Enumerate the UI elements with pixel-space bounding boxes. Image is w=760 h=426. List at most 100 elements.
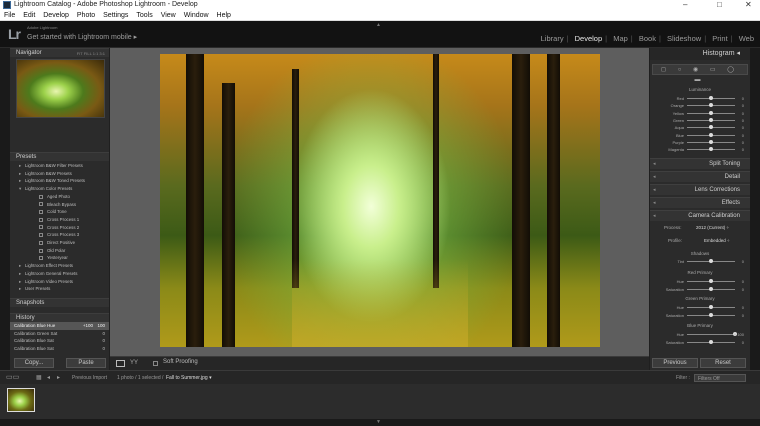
module-map[interactable]: Map bbox=[613, 34, 628, 43]
preset-folder[interactable]: ▸ Lightroom B&W Toned Presets bbox=[19, 177, 109, 185]
right-edge-strip[interactable] bbox=[750, 48, 760, 370]
slider-value[interactable]: 0 bbox=[742, 95, 744, 102]
loupe-view-icon[interactable] bbox=[116, 360, 125, 367]
slider-value[interactable]: 0 bbox=[742, 102, 744, 109]
history-header[interactable]: History bbox=[10, 313, 109, 322]
filmstrip-thumbnail[interactable] bbox=[7, 388, 35, 412]
module-slideshow[interactable]: Slideshow bbox=[667, 34, 701, 43]
slider-purple[interactable]: Purple 0 bbox=[650, 139, 750, 146]
forward-arrow-icon[interactable]: ▸ bbox=[57, 371, 60, 385]
preset-folder[interactable]: ▸ Lightroom General Presets bbox=[19, 270, 109, 278]
slider-hue[interactable]: Hue 0 bbox=[650, 278, 750, 285]
slider-orange[interactable]: Orange 0 bbox=[650, 102, 750, 109]
slider-knob[interactable] bbox=[709, 103, 713, 108]
slider-value[interactable]: 0 bbox=[742, 278, 744, 285]
history-item[interactable]: Calibration Blue Sat 0 bbox=[10, 337, 109, 345]
process-select[interactable]: 2012 (Current) ÷ bbox=[696, 225, 729, 230]
preset-folder[interactable]: ▸ Lightroom B&W Filter Presets bbox=[19, 162, 109, 170]
navigator-preview[interactable] bbox=[16, 59, 105, 118]
menu-view[interactable]: View bbox=[161, 12, 176, 19]
module-web[interactable]: Web bbox=[739, 34, 754, 43]
preset-folder[interactable]: ▸ Lightroom Effect Presets bbox=[19, 262, 109, 270]
slider-yellow[interactable]: Yellow 0 bbox=[650, 110, 750, 117]
slider-knob[interactable] bbox=[709, 305, 713, 309]
preset-item[interactable]: Cross Process 1 bbox=[19, 216, 109, 224]
preset-folder[interactable]: ▸ Lightroom B&W Presets bbox=[19, 170, 109, 178]
slider-knob[interactable] bbox=[709, 279, 713, 283]
slider-value[interactable]: 0 bbox=[742, 304, 744, 311]
presets-header[interactable]: Presets bbox=[10, 152, 109, 161]
slider-green[interactable]: Green 0 bbox=[650, 117, 750, 124]
menu-edit[interactable]: Edit bbox=[23, 12, 35, 19]
slider-knob[interactable] bbox=[709, 340, 713, 344]
preset-item[interactable]: Cross Process 2 bbox=[19, 224, 109, 232]
slider-knob[interactable] bbox=[709, 110, 713, 115]
source-label[interactable]: Previous Import bbox=[72, 371, 107, 385]
back-arrow-icon[interactable]: ◂ bbox=[47, 371, 50, 385]
slider-value[interactable]: 0 bbox=[742, 132, 744, 139]
slider-knob[interactable] bbox=[709, 287, 713, 291]
history-item[interactable]: Calibration Blue Sat 0 bbox=[10, 345, 109, 353]
preset-item[interactable]: Direct Positive bbox=[19, 239, 109, 247]
slider-value[interactable]: 0 bbox=[742, 339, 744, 346]
preset-item[interactable]: Aged Photo bbox=[19, 193, 109, 201]
slider-value[interactable]: 0 bbox=[742, 124, 744, 131]
histogram-header[interactable]: Histogram ◂ bbox=[650, 48, 750, 60]
paste-button[interactable]: Paste bbox=[66, 358, 106, 368]
slider-saturation[interactable]: Saturation 0 bbox=[650, 286, 750, 293]
slider-value[interactable]: 0 bbox=[742, 110, 744, 117]
main-photo[interactable] bbox=[160, 54, 600, 347]
slider-knob[interactable] bbox=[709, 259, 713, 263]
effects-header[interactable]: ◂ Effects bbox=[650, 197, 750, 208]
history-item[interactable]: Calibration Green Sat 0 bbox=[10, 330, 109, 338]
grid-view-icon[interactable]: ▦ bbox=[36, 371, 42, 385]
slider-saturation[interactable]: Saturation 0 bbox=[650, 339, 750, 346]
slider-knob[interactable] bbox=[709, 125, 713, 130]
slider-value[interactable]: 0 bbox=[742, 286, 744, 293]
zoom-options[interactable]: FIT FILL 1:1 3:1 bbox=[77, 49, 105, 58]
slider-saturation[interactable]: Saturation 0 bbox=[650, 312, 750, 319]
slider-magenta[interactable]: Magenta 0 bbox=[650, 146, 750, 153]
module-develop[interactable]: Develop bbox=[575, 34, 603, 43]
slider-hue[interactable]: Hue + 100 bbox=[650, 331, 750, 338]
slider-knob[interactable] bbox=[709, 147, 713, 152]
menu-settings[interactable]: Settings bbox=[103, 12, 128, 19]
collapse-top-icon[interactable]: ▲ bbox=[376, 22, 381, 28]
slider-value[interactable]: 0 bbox=[742, 146, 744, 153]
left-edge-strip[interactable] bbox=[0, 48, 10, 370]
maximize-button[interactable]: □ bbox=[717, 0, 722, 10]
preset-item[interactable]: Cross Process 3 bbox=[19, 231, 109, 239]
preset-folder[interactable]: ▸ Lightroom Video Presets bbox=[19, 278, 109, 286]
snapshots-header[interactable]: Snapshots bbox=[10, 298, 109, 307]
slider-value[interactable]: 0 bbox=[742, 258, 744, 265]
secondary-display-icon[interactable]: ▭▭ bbox=[6, 371, 19, 385]
detail-header[interactable]: ◂ Detail bbox=[650, 171, 750, 182]
slider-value[interactable]: 0 bbox=[742, 117, 744, 124]
module-print[interactable]: Print bbox=[712, 34, 727, 43]
slider-hue[interactable]: Hue 0 bbox=[650, 304, 750, 311]
slider-knob[interactable] bbox=[709, 96, 713, 100]
reset-button[interactable]: Reset bbox=[700, 358, 746, 368]
history-item[interactable]: Calibration Blue Hue +100 100 bbox=[10, 322, 109, 330]
slider-knob[interactable] bbox=[709, 132, 713, 137]
slider-track[interactable] bbox=[687, 334, 735, 335]
module-book[interactable]: Book bbox=[639, 34, 656, 43]
slider-knob[interactable] bbox=[709, 313, 713, 317]
tool-strip[interactable]: ◻ ○ ◉ ▭ ◯ ▬ bbox=[652, 64, 748, 83]
slider-value[interactable]: 0 bbox=[742, 139, 744, 146]
preset-item[interactable]: Cold Tone bbox=[19, 208, 109, 216]
copy-button[interactable]: Copy... bbox=[14, 358, 54, 368]
preset-folder[interactable]: ▸ User Presets bbox=[19, 285, 109, 293]
slider-red[interactable]: Red 0 bbox=[650, 95, 750, 102]
slider-blue[interactable]: Blue 0 bbox=[650, 132, 750, 139]
filter-select[interactable]: Filters Off bbox=[694, 374, 746, 382]
before-after-icon[interactable]: YY bbox=[130, 360, 138, 366]
menu-develop[interactable]: Develop bbox=[43, 12, 69, 19]
menu-photo[interactable]: Photo bbox=[77, 12, 95, 19]
close-button[interactable]: ✕ bbox=[745, 0, 752, 10]
slider-knob[interactable] bbox=[709, 117, 713, 122]
slider-tint[interactable]: Tint 0 bbox=[650, 258, 750, 265]
previous-button[interactable]: Previous bbox=[652, 358, 698, 368]
preset-folder[interactable]: ▾ Lightroom Color Presets bbox=[19, 185, 109, 193]
soft-proofing-checkbox[interactable] bbox=[153, 361, 158, 366]
